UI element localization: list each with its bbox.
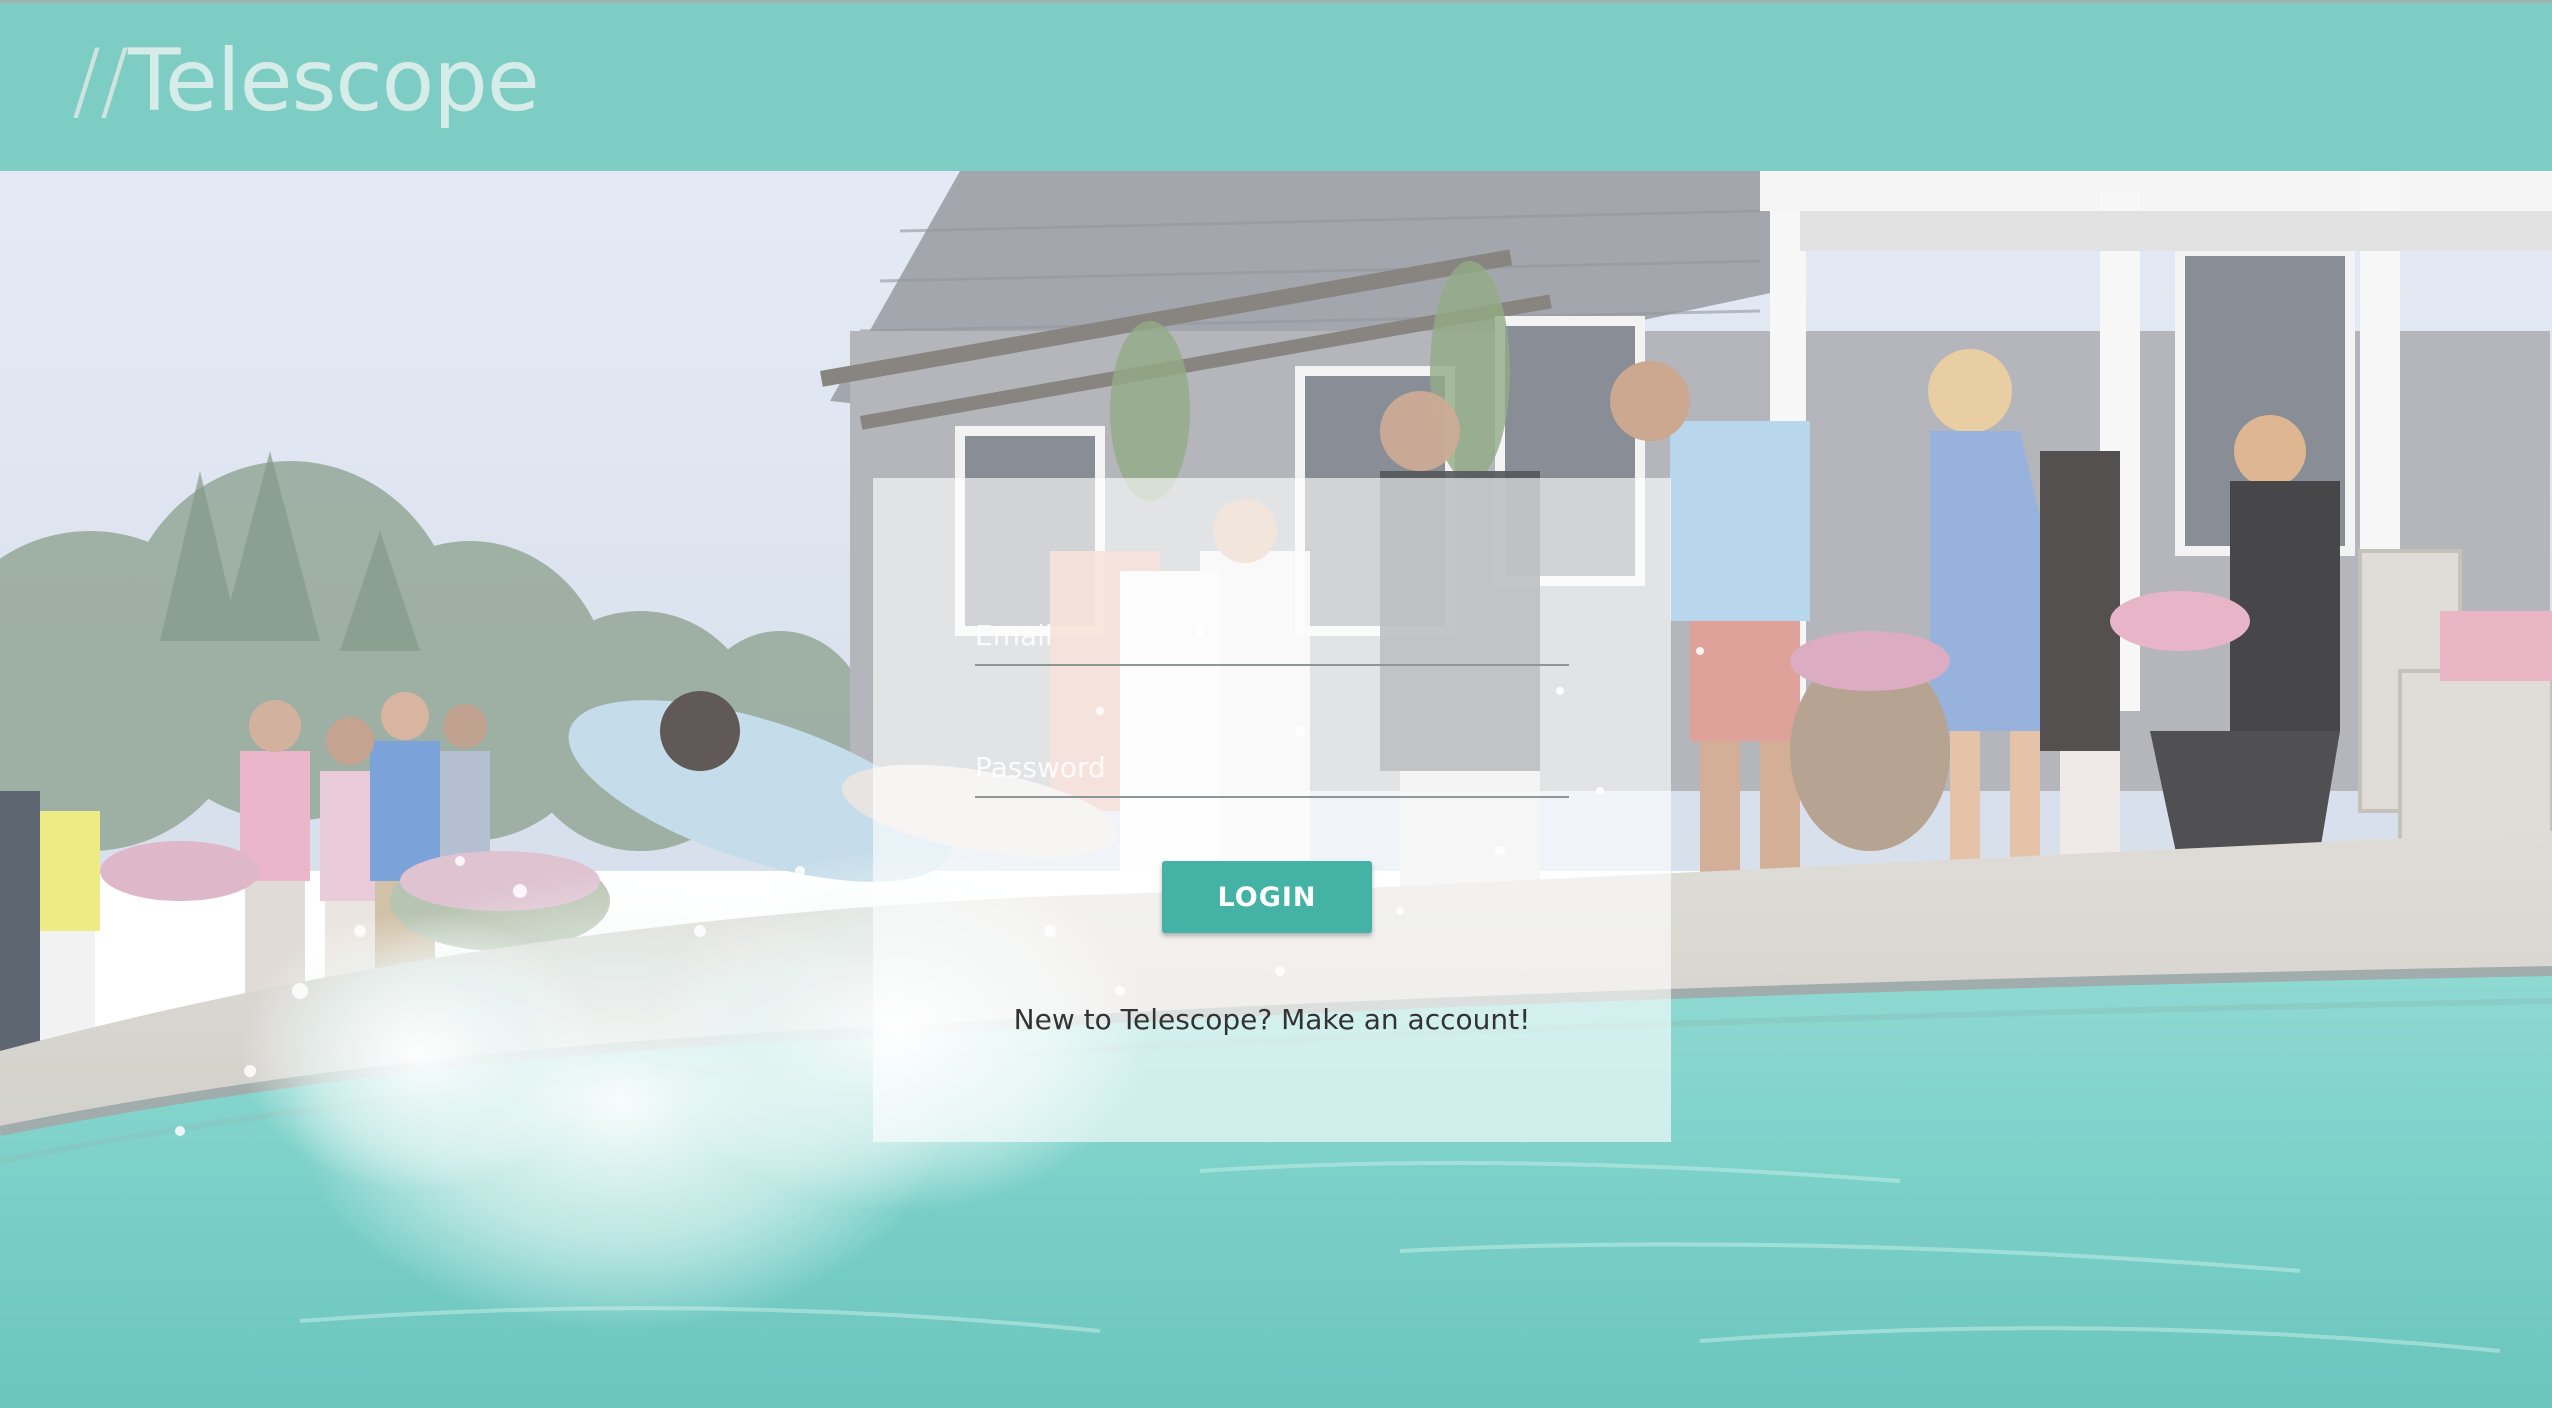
brand-name: Telescope [127,31,540,131]
signup-link[interactable]: New to Telescope? Make an account! [873,1003,1671,1036]
page: //Telescope Email LOGIN New to Telescope… [0,0,2552,1408]
password-field[interactable] [975,738,1569,798]
login-form: LOGIN New to Telescope? Make an account! [873,478,1671,1142]
brand-logo[interactable]: //Telescope [72,31,540,131]
brand-slashes: // [72,31,129,131]
login-button[interactable]: LOGIN [1162,861,1372,933]
app-header: //Telescope [0,0,2552,171]
email-field[interactable] [975,606,1569,666]
